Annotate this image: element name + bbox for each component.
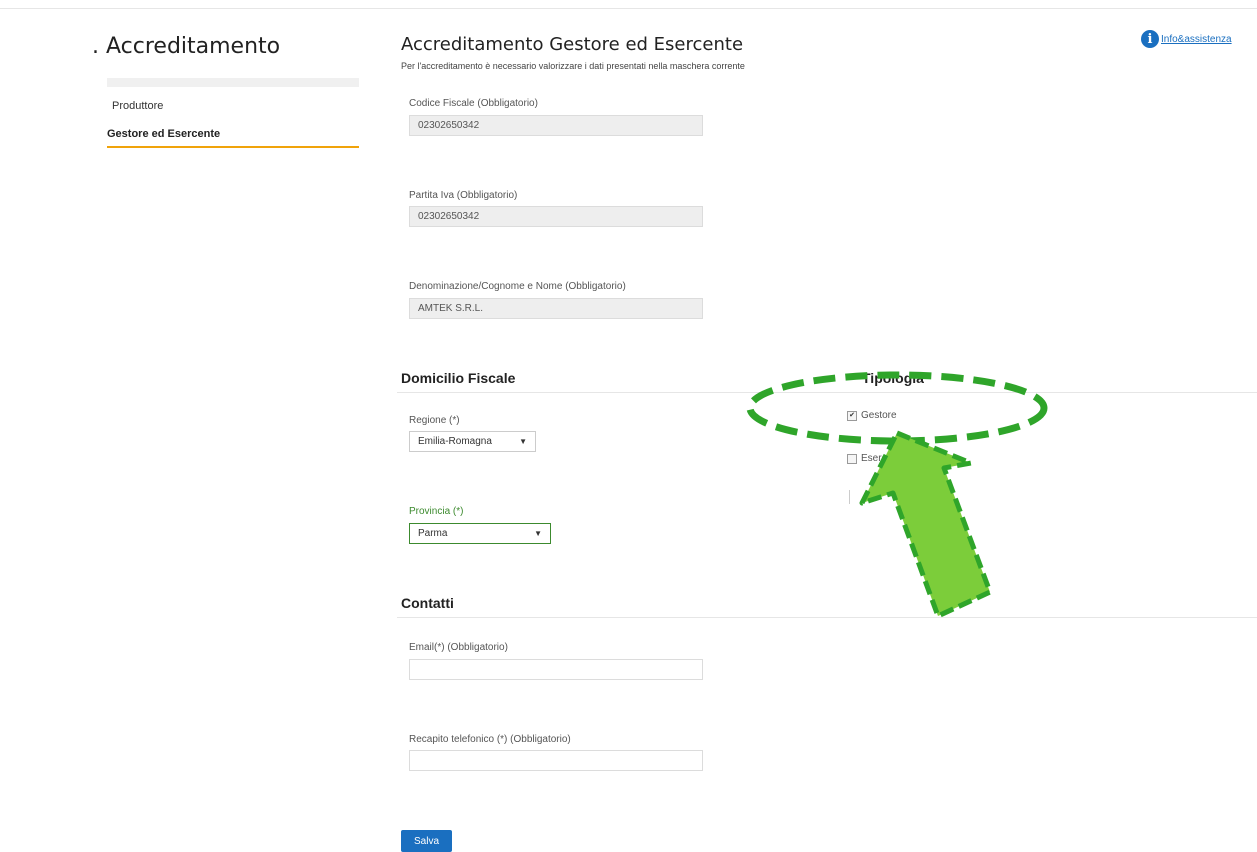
email-input[interactable]: [409, 659, 703, 680]
domicilio-section-title: Domicilio Fiscale: [401, 370, 516, 386]
regione-label: Regione (*): [409, 415, 460, 426]
sidebar-header-bar: [107, 78, 359, 87]
sidebar-title: . Accreditamento: [92, 34, 281, 59]
sidebar-item-produttore[interactable]: Produttore: [112, 100, 163, 112]
tipologia-section-title: Tipologia: [862, 370, 924, 386]
info-assistance-link[interactable]: Info&assistenza: [1161, 34, 1232, 45]
info-icon[interactable]: i: [1141, 30, 1159, 48]
page-subtitle: Per l'accreditamento è necessario valori…: [401, 61, 745, 71]
tipologia-divider: [849, 490, 850, 504]
regione-value: Emilia-Romagna: [418, 436, 492, 447]
provincia-label: Provincia (*): [409, 506, 464, 517]
regione-select[interactable]: Emilia-Romagna ▼: [409, 431, 536, 452]
esercente-checkbox[interactable]: [847, 453, 857, 464]
partita-iva-label: Partita Iva (Obbligatorio): [409, 190, 518, 201]
email-label: Email(*) (Obbligatorio): [409, 642, 508, 653]
provincia-select[interactable]: Parma ▼: [409, 523, 551, 544]
gestore-label: Gestore: [861, 410, 897, 421]
chevron-down-icon: ▼: [534, 529, 542, 538]
save-button[interactable]: Salva: [401, 830, 452, 852]
codice-fiscale-input[interactable]: [409, 115, 703, 136]
top-divider: [0, 8, 1257, 9]
partita-iva-input[interactable]: [409, 206, 703, 227]
contatti-divider: [397, 617, 1257, 618]
page-title: Accreditamento Gestore ed Esercente: [401, 34, 744, 55]
denominazione-label: Denominazione/Cognome e Nome (Obbligator…: [409, 281, 626, 292]
denominazione-input[interactable]: [409, 298, 703, 319]
chevron-down-icon: ▼: [519, 437, 527, 446]
sidebar-item-gestore-esercente[interactable]: Gestore ed Esercente: [107, 128, 359, 148]
gestore-checkbox[interactable]: ✔: [847, 410, 857, 421]
domicilio-divider: [397, 392, 1257, 393]
codice-fiscale-label: Codice Fiscale (Obbligatorio): [409, 98, 538, 109]
telefono-label: Recapito telefonico (*) (Obbligatorio): [409, 734, 571, 745]
provincia-value: Parma: [418, 528, 448, 539]
esercente-label: Esercente: [861, 453, 907, 464]
tipologia-esercente[interactable]: Esercente: [847, 453, 906, 464]
tipologia-gestore[interactable]: ✔ Gestore: [847, 410, 897, 421]
info-assistance[interactable]: i Info&assistenza: [1141, 30, 1232, 48]
contatti-section-title: Contatti: [401, 595, 454, 611]
telefono-input[interactable]: [409, 750, 703, 771]
